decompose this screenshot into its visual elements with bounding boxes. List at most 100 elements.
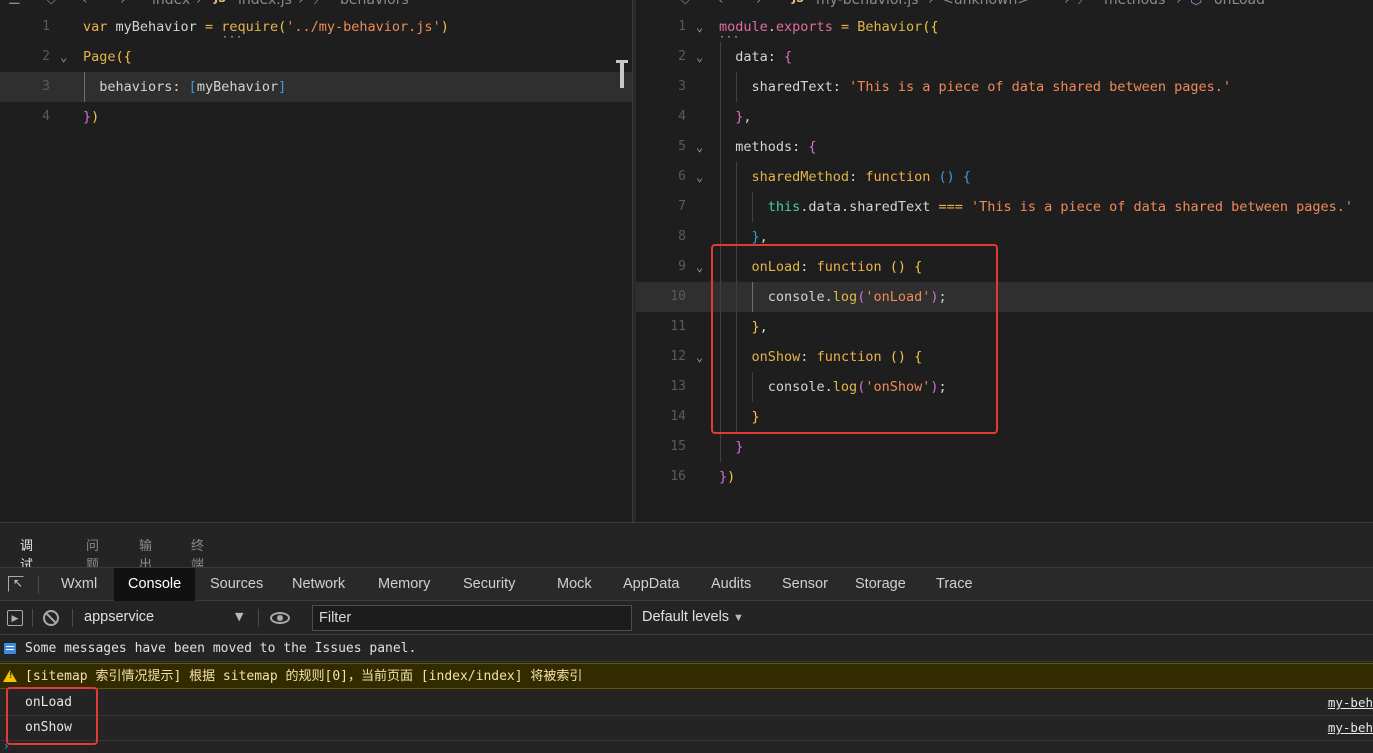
code-token: () [938, 169, 955, 185]
code-token: ) [91, 109, 100, 125]
code-line[interactable]: 5 ⌄ methods: { [636, 132, 1373, 162]
code-token: 'This is a piece of data shared between … [971, 199, 1354, 215]
code-line[interactable]: 6 ⌄ sharedMethod: function () { [636, 162, 1373, 192]
fold-chevron-icon[interactable]: ⌄ [696, 342, 710, 372]
code-line[interactable]: 3 sharedText: 'This is a piece of data s… [636, 72, 1373, 102]
separator [32, 609, 33, 627]
code-line[interactable]: 3 behaviors: [myBehavior] [0, 72, 632, 102]
live-expression-eye-icon[interactable] [270, 612, 290, 624]
code-line[interactable]: 4 }, [636, 102, 1373, 132]
fold-chevron-icon[interactable]: ⌄ [696, 42, 710, 72]
code-token: === [938, 199, 963, 215]
console-log-row: onShow my-beh [0, 715, 1373, 741]
back-arrow-icon[interactable]: ‹ [82, 0, 88, 8]
fold-chevron-icon[interactable]: ⌄ [696, 252, 710, 282]
breadcrumb-item-onload[interactable]: onLoad [1214, 0, 1265, 8]
code-token: } [735, 439, 744, 455]
inspect-element-icon[interactable] [8, 576, 24, 592]
code-token: } [83, 109, 92, 125]
code-token: '../my-behavior.js' [286, 19, 441, 35]
chevron-icon: › [298, 0, 304, 8]
line-number: 13 [670, 379, 686, 394]
dropdown-arrow-icon[interactable]: ▼ [235, 610, 243, 623]
devtools-tab-storage[interactable]: Storage [855, 568, 906, 602]
chevron-icon: › [196, 0, 202, 8]
line-number: 9 [678, 259, 686, 274]
bookmark-icon[interactable]: ⛉ [680, 0, 691, 8]
info-message-icon [4, 643, 16, 654]
devtools-tab-network[interactable]: Network [292, 568, 345, 602]
code-token: .data.sharedText [800, 199, 939, 215]
code-token: } [719, 469, 728, 485]
code-line[interactable]: 4}) [0, 102, 632, 132]
breadcrumb-item-folder[interactable]: index [152, 0, 190, 8]
fold-chevron-icon[interactable]: ⌄ [60, 42, 74, 72]
code-token: = [840, 19, 850, 35]
breadcrumb-item-unknown[interactable]: <unknown> [942, 0, 1029, 8]
devtools-tab-mock[interactable]: Mock [557, 568, 592, 602]
editor-pane-index-js[interactable]: ☰ ⛉ ‹ › index › JS index.js › ⟋ behavior… [0, 0, 632, 522]
devtools-tab-console[interactable]: Console [114, 568, 196, 602]
line-number: 11 [670, 319, 686, 334]
breadcrumb-item-symbol[interactable]: behaviors [340, 0, 409, 8]
code-text: methods: { [719, 132, 817, 162]
js-file-icon: JS [792, 0, 804, 5]
devtools-tab-sensor[interactable]: Sensor [782, 568, 828, 602]
highlight-box-lifecycle-methods [711, 244, 998, 434]
devtools-tab-wxml[interactable]: Wxml [61, 568, 97, 602]
breadcrumb-item-methods[interactable]: methods [1104, 0, 1165, 8]
code-line[interactable]: 2 ⌄ Page({ [0, 42, 632, 72]
back-arrow-icon[interactable]: ‹ [718, 0, 724, 8]
log-levels-dropdown[interactable]: Default levels ▼ [642, 609, 744, 625]
code-token: Behavior [857, 19, 923, 35]
property-icon: ⟋ [314, 0, 324, 8]
source-link[interactable]: my-beh [1328, 715, 1373, 741]
code-token: { [808, 139, 817, 155]
fold-chevron-icon[interactable]: ⌄ [696, 132, 710, 162]
code-line[interactable]: 1 ⌄ module.exports = Behavior({ [636, 12, 1373, 42]
devtools-tab-appdata[interactable]: AppData [623, 568, 679, 602]
devtools-tab-audits[interactable]: Audits [711, 568, 751, 602]
separator [258, 609, 259, 627]
forward-arrow-icon[interactable]: › [756, 0, 762, 8]
breadcrumb-item-file[interactable]: my-behavior.js [816, 0, 919, 8]
fold-chevron-icon[interactable]: ⌄ [696, 162, 710, 192]
code-token: ({ [922, 19, 939, 35]
breadcrumb-item-file[interactable]: index.js [238, 0, 292, 8]
code-line[interactable]: 15 } [636, 432, 1373, 462]
chevron-icon: › [928, 0, 934, 8]
code-text: data: { [719, 42, 792, 72]
code-token: ({ [115, 49, 132, 65]
code-token: methods [719, 139, 793, 155]
separator [72, 609, 73, 627]
message-text: Some messages have been moved to the Iss… [25, 641, 417, 656]
line-number: 2 [42, 49, 50, 64]
code-line[interactable]: 7 this.data.sharedText === 'This is a pi… [636, 192, 1373, 222]
code-token: ) [727, 469, 736, 485]
code-area[interactable]: 1 var myBehavior = require('../my-behavio… [0, 12, 632, 132]
forward-arrow-icon[interactable]: › [120, 0, 126, 8]
source-link[interactable]: my-beh [1328, 690, 1373, 716]
bookmark-icon[interactable]: ⛉ [46, 0, 57, 8]
code-token: , [759, 229, 768, 245]
code-text: Page({ [83, 42, 132, 72]
code-line[interactable]: 16}) [636, 462, 1373, 492]
sidebar-toggle-icon[interactable]: ▶ [7, 610, 23, 626]
devtools-tab-sources[interactable]: Sources [210, 568, 263, 602]
code-token: ] [278, 79, 287, 95]
devtools-tab-trace[interactable]: Trace [936, 568, 973, 602]
code-line[interactable]: 1 var myBehavior = require('../my-behavio… [0, 12, 632, 42]
code-token: { [784, 49, 793, 65]
devtools-tab-memory[interactable]: Memory [378, 568, 430, 602]
context-select[interactable]: appservice [84, 609, 154, 625]
clear-console-icon[interactable] [43, 610, 59, 626]
code-token: : [849, 169, 866, 185]
devtools-tab-security[interactable]: Security [463, 568, 515, 602]
code-line[interactable]: 2 ⌄ data: { [636, 42, 1373, 72]
filter-input[interactable] [312, 605, 632, 631]
fold-chevron-icon[interactable]: ⌄ [696, 12, 710, 42]
